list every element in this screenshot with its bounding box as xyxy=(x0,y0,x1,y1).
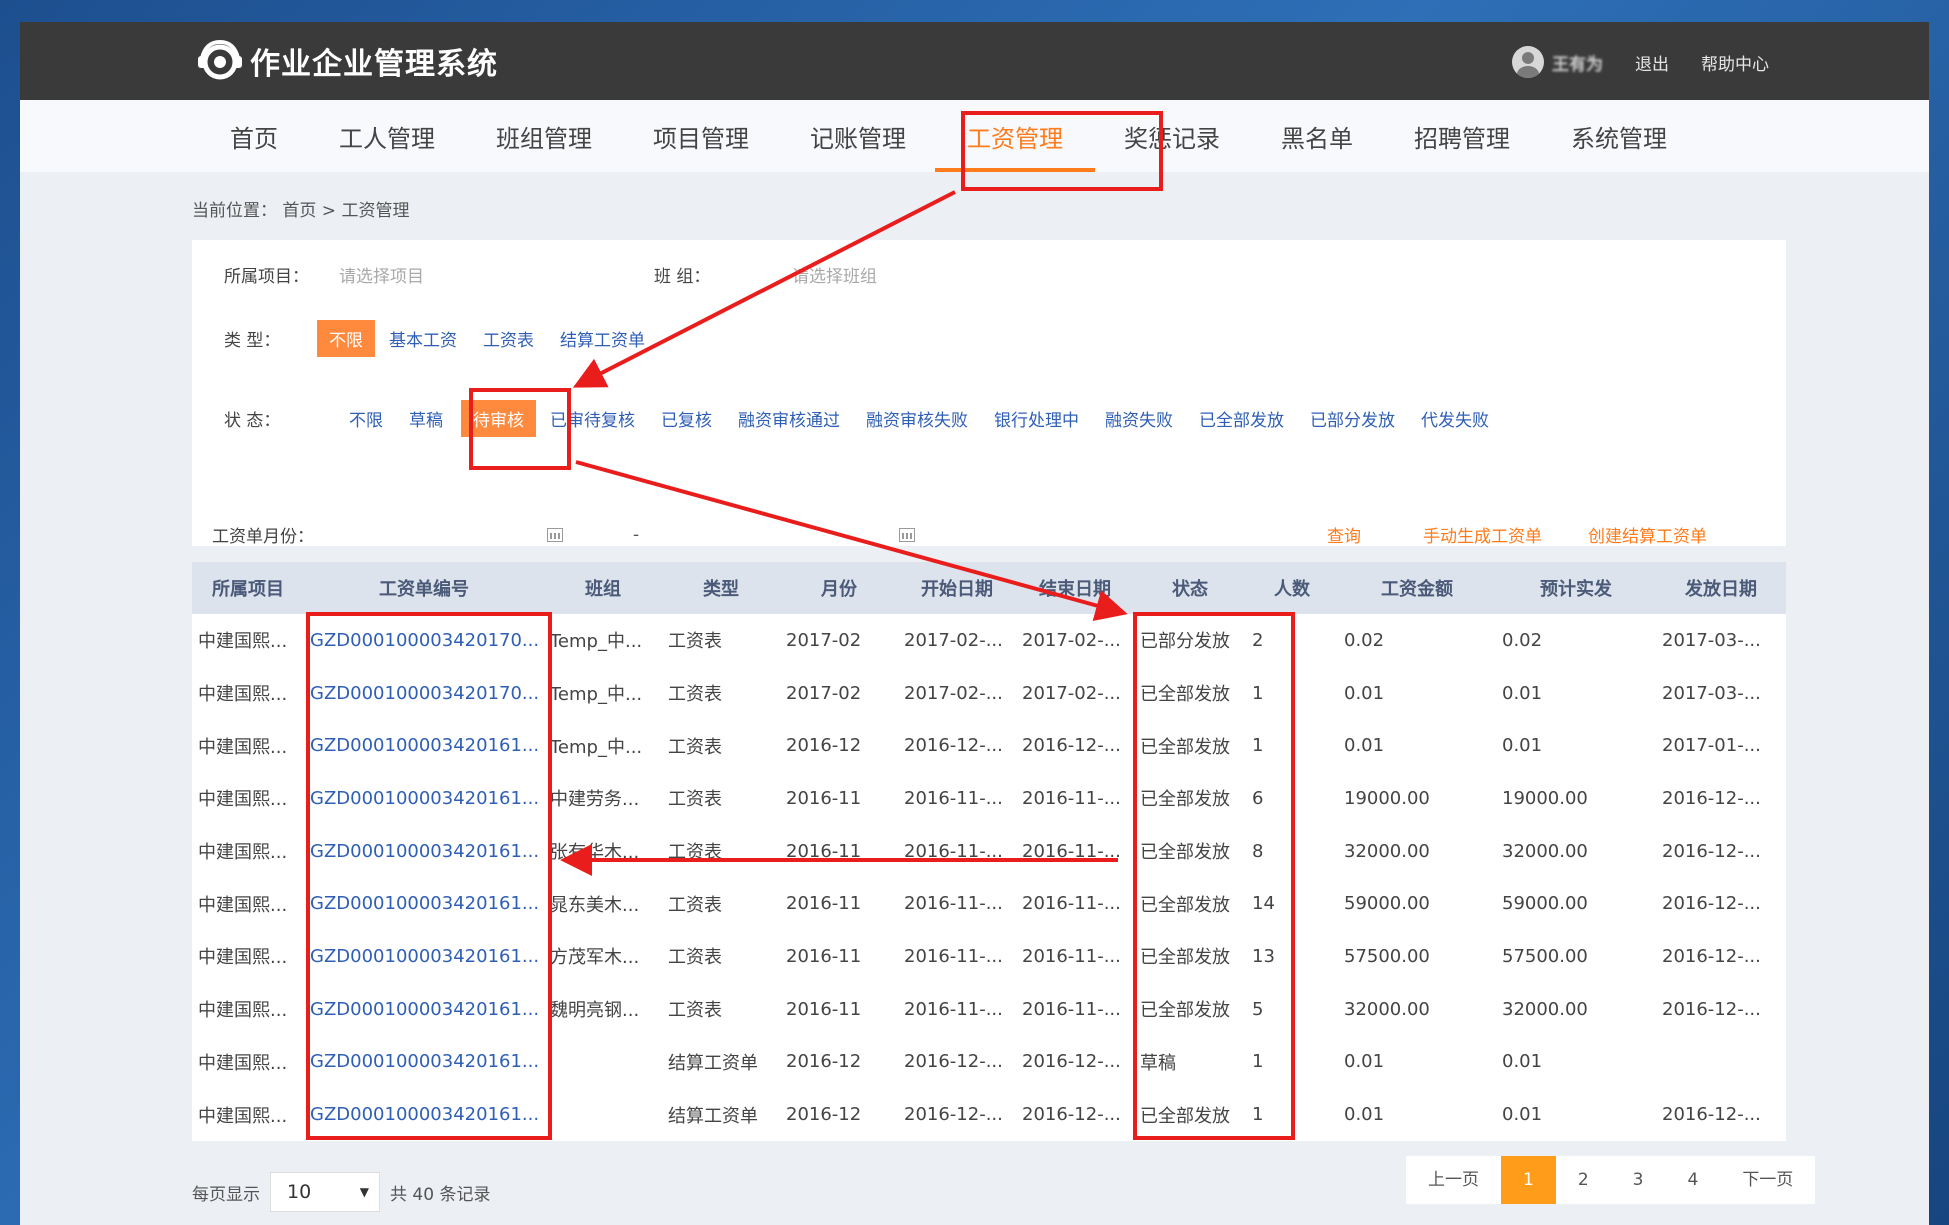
annotation-arrows xyxy=(560,190,1128,876)
app-window: 作业企业管理系统 王有为 退出 帮助中心 首页 工人管理 班组管理 项目管理 记… xyxy=(20,22,1929,1225)
arrow-nav-to-status xyxy=(572,190,956,388)
arrow-status-to-column xyxy=(575,460,1128,622)
